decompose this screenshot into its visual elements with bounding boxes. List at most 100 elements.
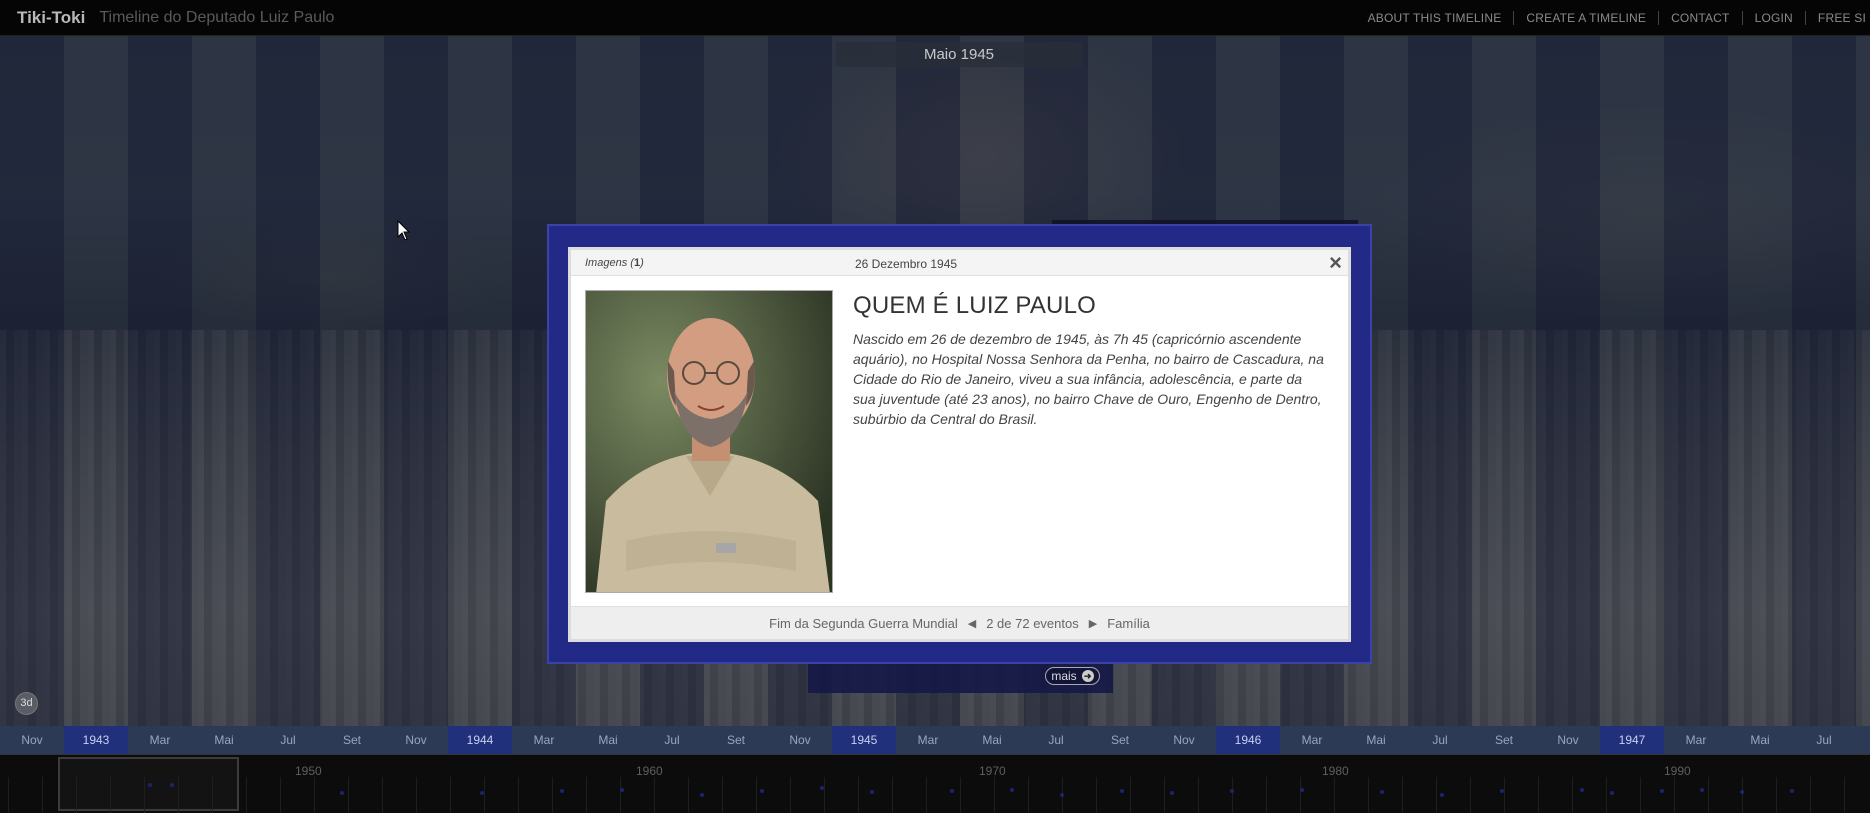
event-dot[interactable] (620, 788, 624, 792)
overview-tick (722, 777, 723, 813)
brand-logo[interactable]: Tiki-Toki (17, 8, 85, 28)
overview-tick (144, 777, 145, 813)
event-dot[interactable] (1500, 789, 1504, 793)
current-date-indicator: Maio 1945 (836, 42, 1082, 67)
top-bar: Tiki-Toki Timeline do Deputado Luiz Paul… (0, 0, 1870, 36)
year-marker[interactable]: 1945 (832, 726, 896, 754)
month-marker[interactable]: Jul (1024, 726, 1088, 754)
year-marker[interactable]: 1943 (64, 726, 128, 754)
month-marker[interactable]: Mar (1280, 726, 1344, 754)
month-marker[interactable]: Set (320, 726, 384, 754)
month-marker[interactable]: Mai (960, 726, 1024, 754)
event-dot[interactable] (1790, 789, 1794, 793)
month-marker[interactable]: Nov (1536, 726, 1600, 754)
event-dot[interactable] (1700, 788, 1704, 792)
images-link[interactable]: Imagens (1) (585, 257, 644, 269)
overview-timeline[interactable]: 1950 1960 1970 1980 1990 (0, 755, 1870, 813)
next-event-link[interactable]: Família (1107, 616, 1150, 631)
event-dot[interactable] (760, 789, 764, 793)
month-timeline-bar[interactable]: Nov 1943 Mar Mai Jul Set Nov 1944 Mar Mai Jul Set No… (0, 726, 1870, 754)
event-modal: Imagens (1) 26 Dezembro 1945 × QUEM É LU… (568, 247, 1351, 642)
event-dot[interactable] (1230, 789, 1234, 793)
month-marker[interactable]: Nov (1152, 726, 1216, 754)
overview-tick (314, 777, 315, 813)
overview-tick (1572, 777, 1573, 813)
month-marker[interactable]: Set (704, 726, 768, 754)
month-marker[interactable]: Jul (640, 726, 704, 754)
month-marker[interactable]: Nov (768, 726, 832, 754)
previous-event-link[interactable]: Fim da Segunda Guerra Mundial (769, 616, 958, 631)
month-marker[interactable]: Jul (256, 726, 320, 754)
next-arrow-icon[interactable]: ▶ (1089, 617, 1097, 630)
event-title: QUEM É LUIZ PAULO (853, 292, 1097, 319)
event-dot[interactable] (170, 783, 174, 787)
event-date: 26 Dezembro 1945 (855, 257, 958, 271)
event-dot[interactable] (1060, 793, 1064, 797)
overview-tick (1436, 777, 1437, 813)
overview-tick (382, 777, 383, 813)
overview-tick (1130, 777, 1131, 813)
overview-tick (688, 777, 689, 813)
overview-tick (42, 777, 43, 813)
event-dot[interactable] (1610, 791, 1614, 795)
year-marker[interactable]: 1946 (1216, 726, 1280, 754)
month-marker[interactable]: Mar (512, 726, 576, 754)
nav-free-sign-up[interactable]: FREE SI (1806, 11, 1870, 25)
timeline-title: Timeline do Deputado Luiz Paulo (99, 8, 335, 26)
year-marker[interactable]: 1947 (1600, 726, 1664, 754)
overview-tick (348, 777, 349, 813)
month-marker[interactable]: Mar (128, 726, 192, 754)
event-dot[interactable] (480, 791, 484, 795)
overview-tick (212, 777, 213, 813)
overview-tick (416, 777, 417, 813)
month-marker[interactable]: Mar (896, 726, 960, 754)
month-marker[interactable]: Jul (1792, 726, 1856, 754)
month-marker[interactable]: Mai (192, 726, 256, 754)
year-marker[interactable]: 1944 (448, 726, 512, 754)
month-marker[interactable]: Jul (1408, 726, 1472, 754)
event-dot[interactable] (560, 789, 564, 793)
overview-tick (1640, 777, 1641, 813)
month-marker[interactable]: Mai (1728, 726, 1792, 754)
event-dot[interactable] (1120, 789, 1124, 793)
nav-contact[interactable]: CONTACT (1659, 11, 1743, 25)
overview-tick (1504, 777, 1505, 813)
month-marker[interactable]: Nov (384, 726, 448, 754)
month-marker[interactable]: Set (1472, 726, 1536, 754)
event-dot[interactable] (1300, 788, 1304, 792)
event-dot[interactable] (820, 786, 824, 790)
month-marker[interactable]: Nov (0, 726, 64, 754)
overview-tick (76, 777, 77, 813)
event-dot[interactable] (1580, 788, 1584, 792)
event-dot[interactable] (148, 783, 152, 787)
event-photo[interactable] (585, 290, 833, 593)
event-dot[interactable] (340, 791, 344, 795)
nav-about-this-timeline[interactable]: ABOUT THIS TIMELINE (1356, 11, 1515, 25)
nav-create-a-timeline[interactable]: CREATE A TIMELINE (1514, 11, 1660, 25)
mouse-cursor-icon (397, 220, 411, 241)
overview-tick (926, 777, 927, 813)
event-dot[interactable] (1170, 791, 1174, 795)
event-dot[interactable] (700, 793, 704, 797)
overview-tick (654, 777, 655, 813)
overview-tick (1538, 777, 1539, 813)
event-dot[interactable] (1660, 789, 1664, 793)
event-dot[interactable] (870, 790, 874, 794)
event-dot[interactable] (1380, 790, 1384, 794)
nav-login[interactable]: LOGIN (1743, 11, 1806, 25)
month-marker[interactable]: Mar (1664, 726, 1728, 754)
month-marker[interactable]: Mai (576, 726, 640, 754)
event-dot[interactable] (1740, 790, 1744, 794)
event-position-counter: 2 de 72 eventos (986, 616, 1079, 631)
previous-arrow-icon[interactable]: ◀ (968, 617, 976, 630)
event-dot[interactable] (950, 789, 954, 793)
event-dot[interactable] (1010, 788, 1014, 792)
more-button[interactable]: mais ➜ (1045, 667, 1100, 685)
month-marker[interactable]: Mai (1344, 726, 1408, 754)
3d-toggle-button[interactable]: 3d (15, 692, 38, 715)
event-dot[interactable] (1440, 793, 1444, 797)
close-icon[interactable]: × (1329, 251, 1342, 275)
overview-tick (1674, 777, 1675, 813)
month-marker[interactable]: Set (1088, 726, 1152, 754)
overview-tick (518, 777, 519, 813)
